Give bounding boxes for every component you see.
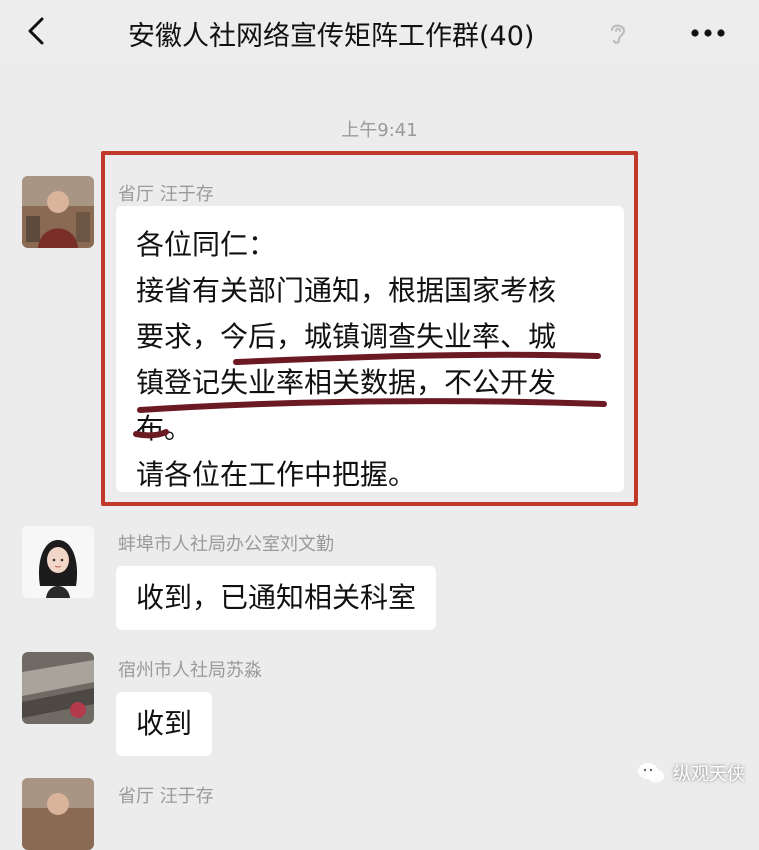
avatar[interactable] <box>22 176 94 248</box>
highlight-frame <box>101 151 638 506</box>
wechat-icon <box>638 763 664 783</box>
sender-name: 蚌埠市人社局办公室刘文勤 <box>118 534 334 555</box>
watermark: 纵观天侠 <box>637 760 745 786</box>
chevron-left-icon[interactable] <box>22 16 52 46</box>
avatar[interactable] <box>22 778 94 850</box>
message-bubble[interactable]: 收到 <box>116 692 213 756</box>
avatar[interactable] <box>22 652 94 724</box>
cartoon-girl-avatar-icon <box>22 526 94 598</box>
message-text: 收到，已通知相关科室 <box>136 581 417 614</box>
watermark-text: 纵观天侠 <box>673 764 745 785</box>
photo-avatar-icon <box>22 652 94 724</box>
photo-avatar-icon <box>22 778 94 850</box>
message-timestamp: 上午9:41 <box>341 120 418 141</box>
photo-avatar-icon <box>22 176 94 248</box>
chat-title: 安徽人社网络宣传矩阵工作群(40) <box>128 21 535 52</box>
message-text: 收到 <box>136 707 193 740</box>
avatar[interactable] <box>22 526 94 598</box>
sender-name: 宿州市人社局苏淼 <box>118 660 262 681</box>
chat-header: 安徽人社网络宣传矩阵工作群(40) <box>0 0 759 64</box>
more-dots-icon[interactable] <box>690 28 726 38</box>
message-bubble[interactable]: 收到，已通知相关科室 <box>116 566 437 630</box>
ear-icon <box>610 24 626 44</box>
sender-name: 省厅 汪于存 <box>118 786 214 807</box>
